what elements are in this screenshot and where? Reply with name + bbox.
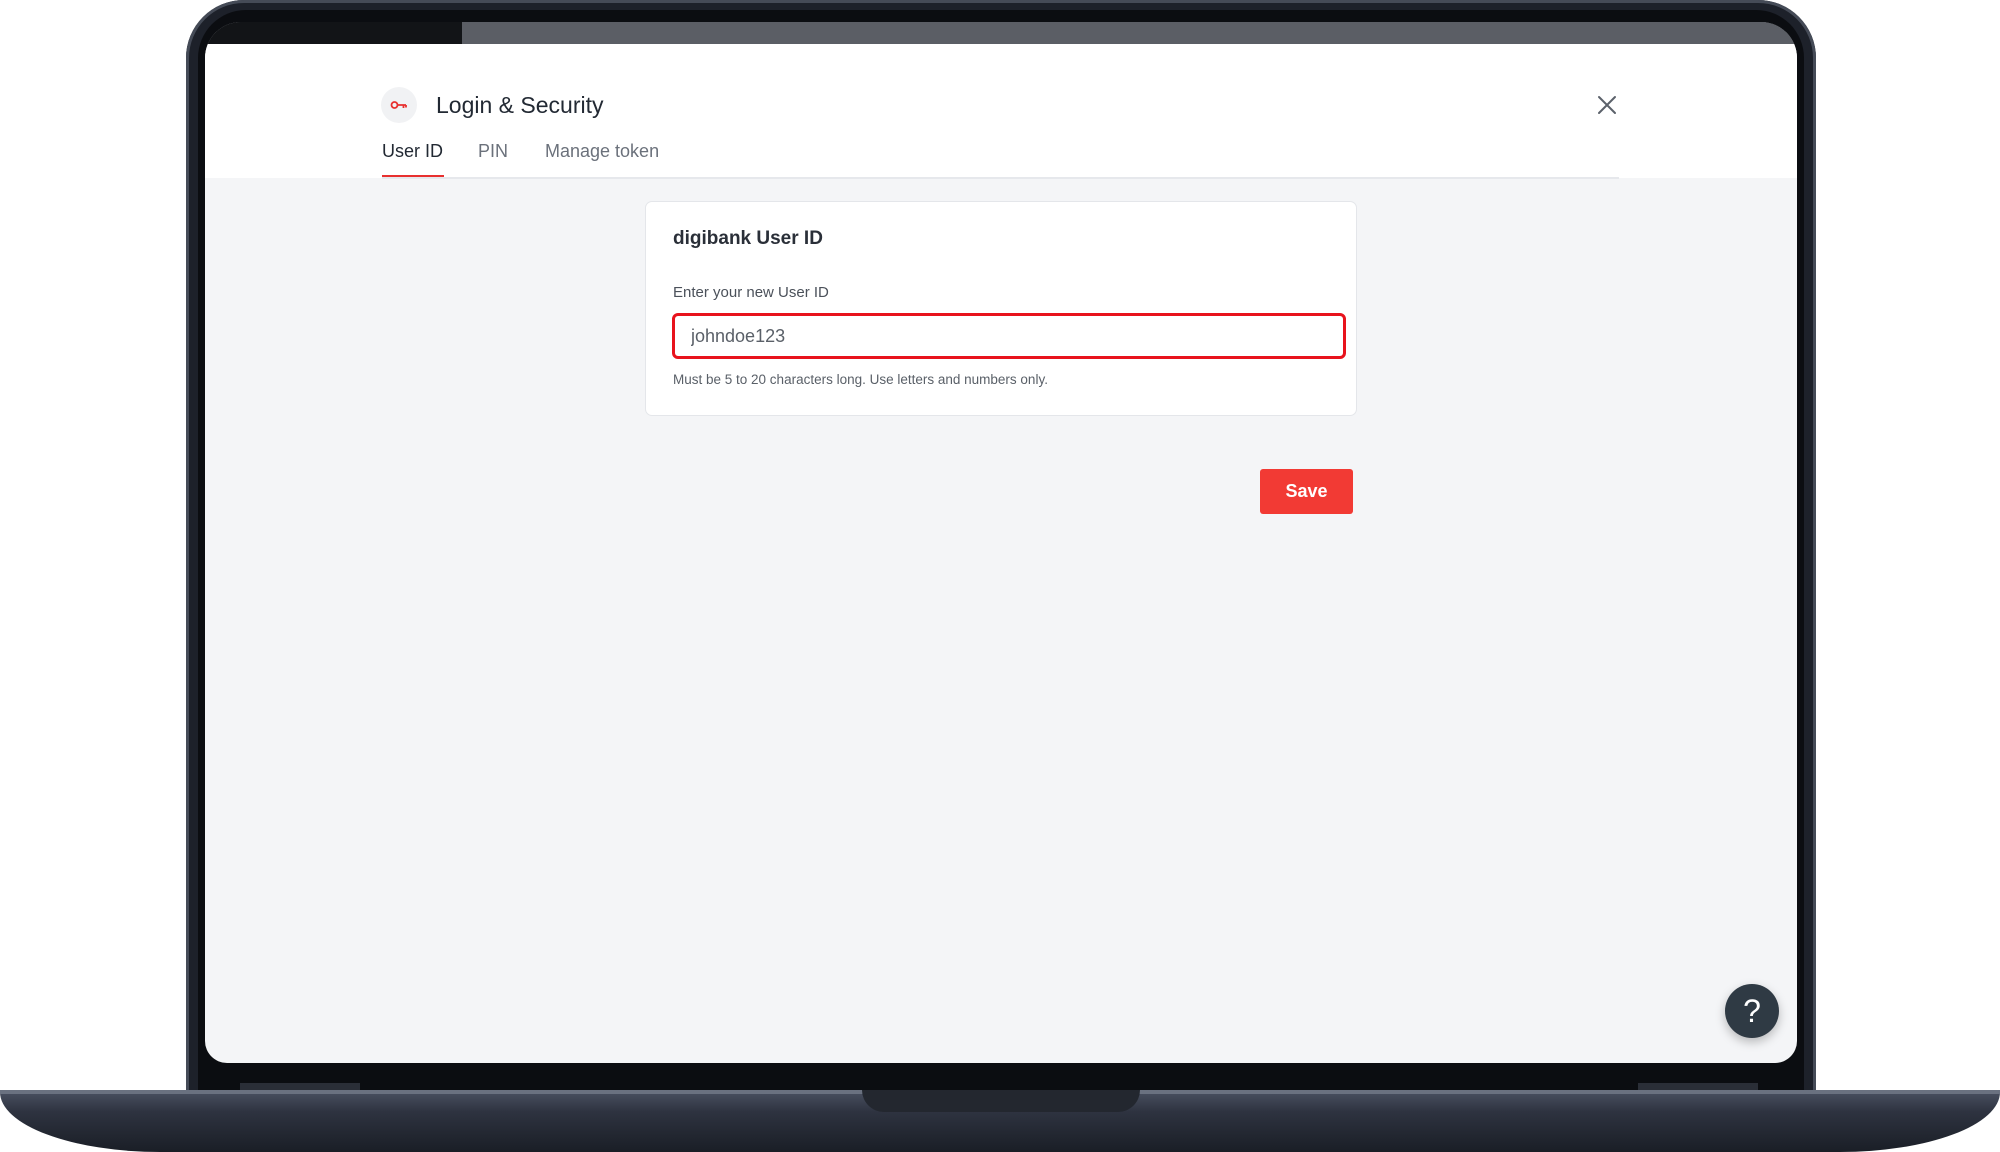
user-id-helper-text: Must be 5 to 20 characters long. Use let… bbox=[673, 372, 1048, 387]
background-topbar-left bbox=[205, 22, 462, 44]
dialog-title: Login & Security bbox=[436, 92, 604, 118]
hinge-strip-left bbox=[240, 1083, 360, 1090]
background-topbar-right bbox=[462, 22, 1797, 44]
save-button[interactable]: Save bbox=[1260, 469, 1353, 514]
key-icon bbox=[381, 87, 417, 123]
help-button[interactable]: ? bbox=[1725, 984, 1779, 1038]
screen: Login & Security User ID PIN Manage toke… bbox=[205, 22, 1797, 1063]
card-title: digibank User ID bbox=[673, 228, 823, 249]
user-id-card: digibank User ID Enter your new User ID … bbox=[645, 201, 1357, 416]
hinge-strip-right bbox=[1638, 1083, 1758, 1090]
tab-manage-token[interactable]: Manage token bbox=[545, 139, 659, 163]
close-icon[interactable] bbox=[1595, 93, 1619, 117]
tab-user-id[interactable]: User ID bbox=[382, 139, 443, 163]
user-id-field-label: Enter your new User ID bbox=[673, 284, 829, 301]
background-app-topbar bbox=[205, 22, 1797, 44]
dialog-header: Login & Security User ID PIN Manage toke… bbox=[205, 44, 1797, 178]
laptop-notch bbox=[862, 1090, 1140, 1112]
tab-pin[interactable]: PIN bbox=[478, 139, 508, 163]
header-divider bbox=[382, 177, 1619, 179]
user-id-input[interactable] bbox=[672, 313, 1346, 359]
